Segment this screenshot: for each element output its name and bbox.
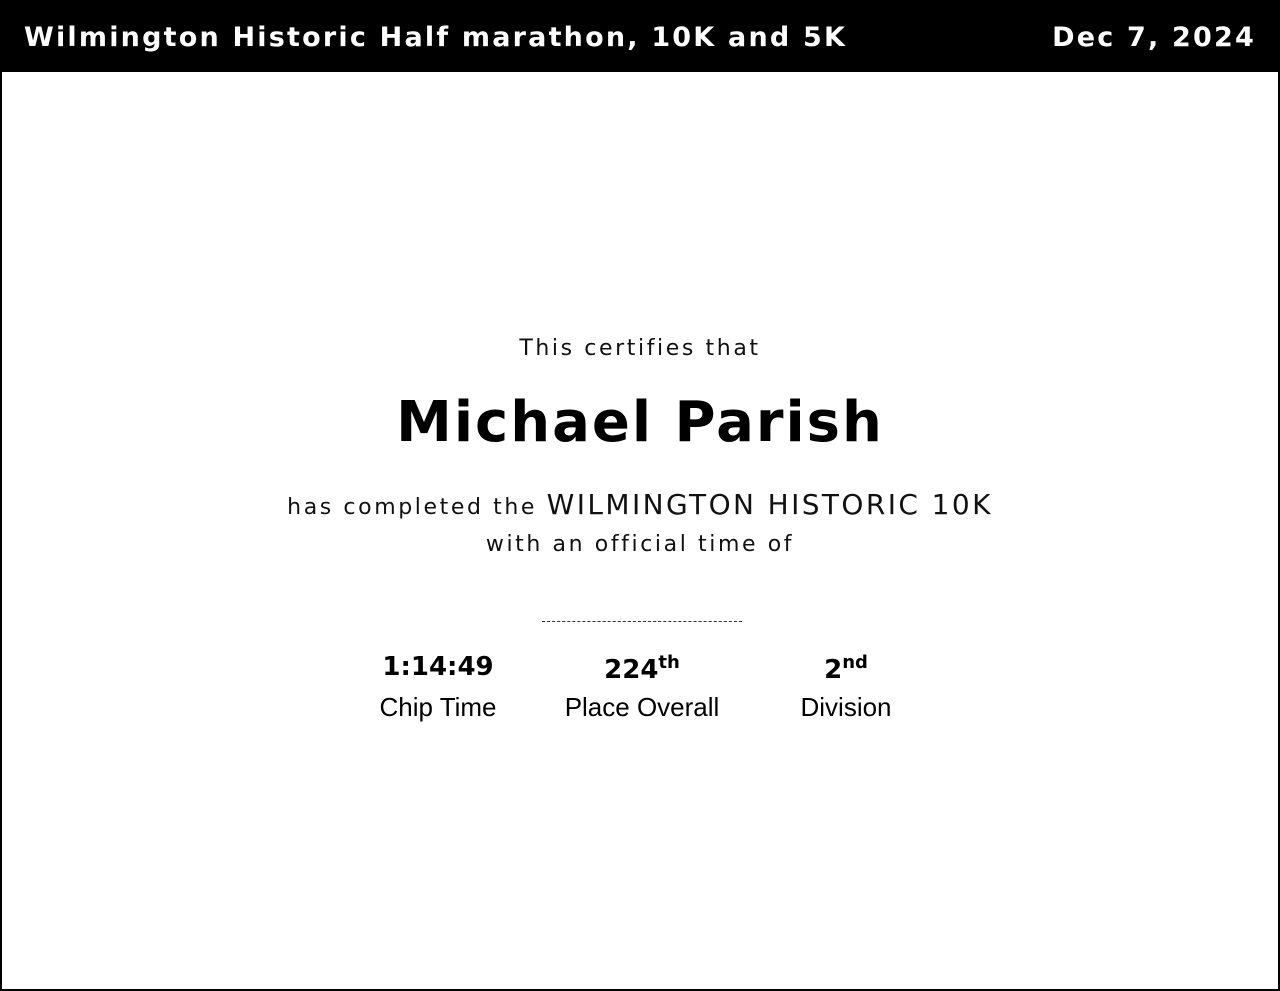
completed-prefix: has completed the [287,495,538,520]
division-label: Division [800,692,892,722]
chip-time-label: Chip Time [379,692,497,722]
race-name: WILMINGTON HISTORIC 10K [546,488,993,521]
certificate-header: Wilmington Historic Half marathon, 10K a… [2,2,1278,72]
stat-place-overall: 224th Place Overall [542,652,742,723]
official-time-text: with an official time of [485,532,795,557]
place-overall-suffix: th [658,652,680,673]
completed-line: has completed the WILMINGTON HISTORIC 10… [2,488,1278,521]
stat-chip-time: 1:14:49 Chip Time [338,652,538,723]
chip-time-value: 1:14:49 [382,652,494,682]
runner-name: Michael Parish [396,390,884,455]
division-value: 2nd [746,652,946,688]
place-overall-number: 224 [604,655,659,685]
stat-division: 2nd Division [746,652,946,723]
place-overall-value: 224th [542,652,742,688]
certifies-text: This certifies that [519,336,761,361]
certificate-frame: Wilmington Historic Half marathon, 10K a… [0,0,1280,991]
event-date: Dec 7, 2024 [1052,21,1256,53]
place-overall-label: Place Overall [564,692,720,722]
division-number: 2 [824,655,843,685]
certificate-body: This certifies that Michael Parish has c… [2,72,1278,991]
event-title: Wilmington Historic Half marathon, 10K a… [24,21,848,53]
time-divider [542,621,742,622]
division-suffix: nd [842,652,868,673]
